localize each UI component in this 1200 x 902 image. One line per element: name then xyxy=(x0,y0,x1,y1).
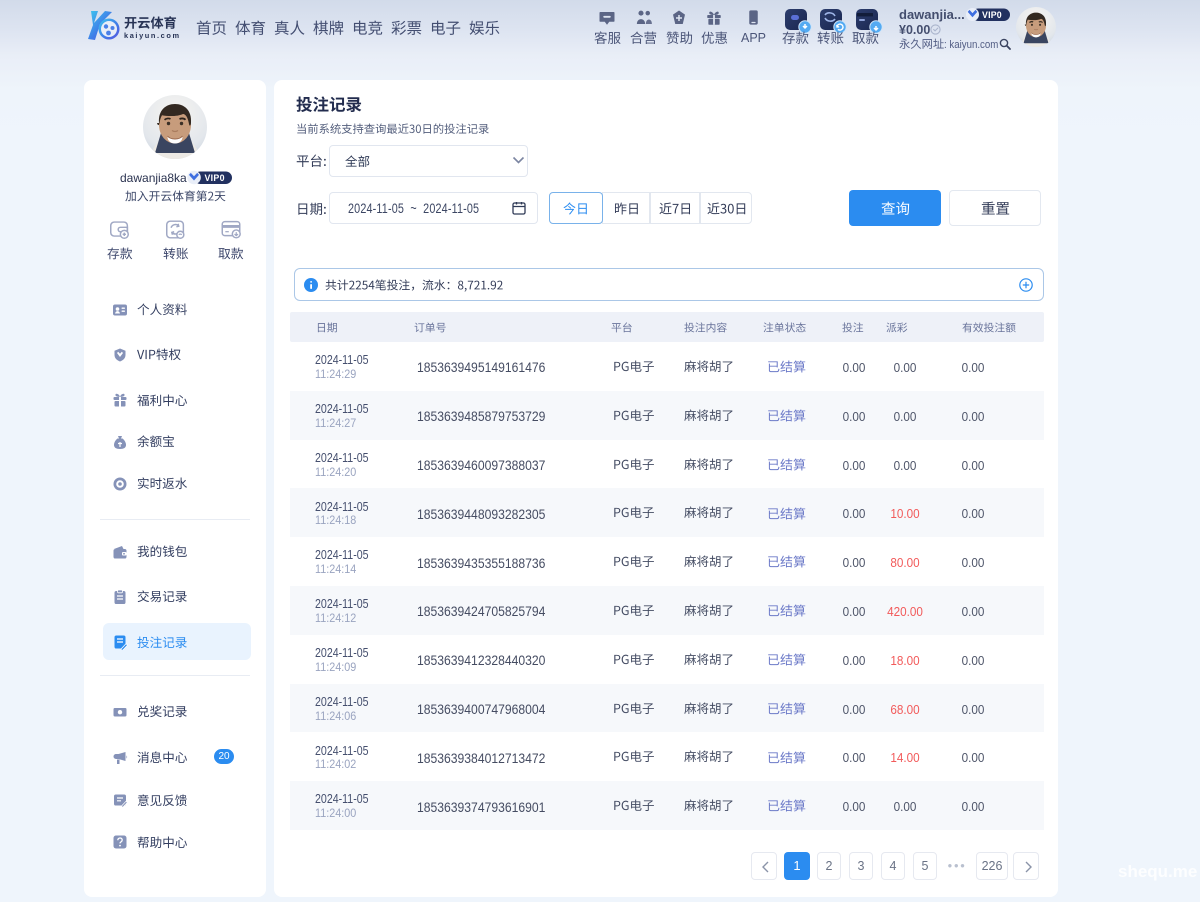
svg-text:VIP0: VIP0 xyxy=(982,10,1002,20)
svg-text:VIP0: VIP0 xyxy=(205,173,225,183)
